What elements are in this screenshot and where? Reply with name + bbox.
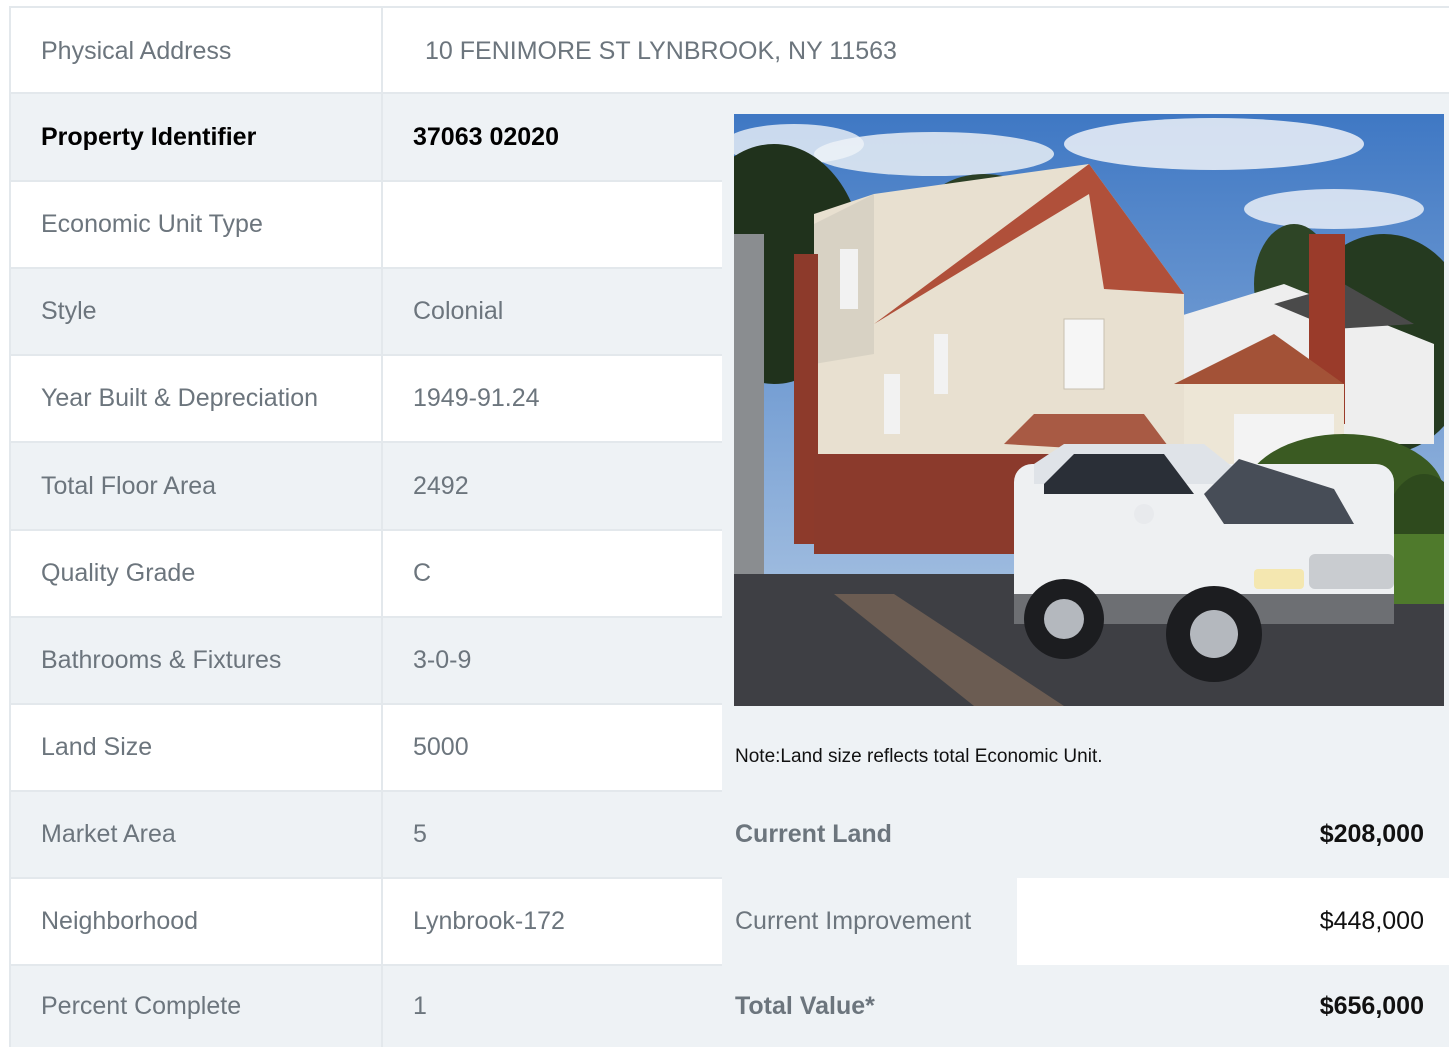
- year-built-value: 1949-91.24: [381, 355, 722, 442]
- total-value-label: Total Value*: [722, 965, 1017, 1047]
- quality-grade-value: C: [381, 530, 722, 617]
- physical-address-value: 10 FENIMORE ST LYNBROOK, NY 11563: [381, 8, 1448, 94]
- market-area-label: Market Area: [11, 791, 381, 878]
- row-divider: [11, 354, 722, 356]
- current-land-value: $208,000: [1017, 791, 1449, 878]
- percent-complete-value: 1: [381, 965, 722, 1047]
- bathrooms-label: Bathrooms & Fixtures: [11, 617, 381, 704]
- property-identifier-label: Property Identifier: [11, 94, 381, 181]
- economic-unit-type-label: Economic Unit Type: [11, 181, 381, 268]
- land-size-label: Land Size: [11, 704, 381, 791]
- current-land-label: Current Land: [722, 791, 1017, 878]
- neighborhood-label: Neighborhood: [11, 878, 381, 965]
- year-built-label: Year Built & Depreciation: [11, 355, 381, 442]
- percent-complete-label: Percent Complete: [11, 965, 381, 1047]
- row-divider: [11, 180, 722, 182]
- row-divider: [11, 267, 722, 269]
- style-label: Style: [11, 268, 381, 355]
- row-divider: [11, 529, 722, 531]
- row-divider: [11, 441, 722, 443]
- row-divider: [11, 616, 722, 618]
- physical-address-label: Physical Address: [11, 8, 381, 94]
- style-value: Colonial: [381, 268, 722, 355]
- land-size-note: Note:Land size reflects total Economic U…: [735, 746, 1103, 767]
- bathrooms-value: 3-0-9: [381, 617, 722, 704]
- row-divider: [11, 703, 722, 705]
- total-value-value: $656,000: [1017, 965, 1449, 1047]
- property-identifier-value: 37063 02020: [381, 94, 722, 181]
- quality-grade-label: Quality Grade: [11, 530, 381, 617]
- market-area-value: 5: [381, 791, 722, 878]
- total-floor-area-label: Total Floor Area: [11, 442, 381, 530]
- current-improvement-label: Current Improvement: [722, 878, 1017, 965]
- row-divider: [722, 790, 1449, 792]
- total-floor-area-value: 2492: [381, 442, 722, 530]
- land-size-value: 5000: [381, 704, 722, 791]
- neighborhood-value: Lynbrook-172: [381, 878, 722, 965]
- property-photo: [734, 114, 1444, 706]
- current-improvement-value: $448,000: [1017, 878, 1449, 965]
- economic-unit-type-value: [381, 181, 722, 268]
